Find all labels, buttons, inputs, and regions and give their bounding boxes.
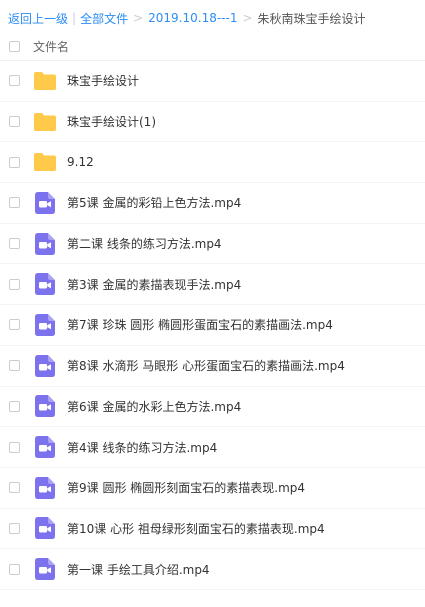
- row-checkbox[interactable]: [9, 116, 20, 128]
- file-list: 珠宝手绘设计 珠宝手绘设计(1) 9.12 第5课 金属的彩铅上色方法.mp4 第二课 …: [0, 61, 425, 590]
- file-row[interactable]: 第10课 心形 祖母绿形刻面宝石的素描表现.mp4: [0, 509, 425, 550]
- folder-icon: [32, 69, 58, 93]
- file-name[interactable]: 第4课 线条的练习方法.mp4: [67, 439, 217, 456]
- video-file-icon: [32, 435, 58, 459]
- row-checkbox[interactable]: [9, 319, 20, 331]
- video-file-icon: [32, 272, 58, 296]
- all-files-link[interactable]: 全部文件: [80, 10, 128, 27]
- file-row[interactable]: 第5课 金属的彩铅上色方法.mp4: [0, 183, 425, 224]
- breadcrumb-separator-icon: >: [242, 11, 253, 25]
- file-name[interactable]: 第10课 心形 祖母绿形刻面宝石的素描表现.mp4: [67, 520, 325, 537]
- file-name[interactable]: 第8课 水滴形 马眼形 心形蛋面宝石的素描画法.mp4: [67, 357, 345, 374]
- breadcrumb-folder-link[interactable]: 2019.10.18---1: [148, 11, 237, 25]
- row-checkbox[interactable]: [9, 197, 20, 209]
- file-name[interactable]: 珠宝手绘设计(1): [67, 113, 156, 130]
- file-name[interactable]: 第5课 金属的彩铅上色方法.mp4: [67, 194, 241, 211]
- back-link[interactable]: 返回上一级: [8, 10, 68, 27]
- select-all-checkbox[interactable]: [9, 40, 20, 52]
- file-row[interactable]: 第9课 圆形 椭圆形刻面宝石的素描表现.mp4: [0, 468, 425, 509]
- row-checkbox[interactable]: [9, 522, 20, 534]
- row-checkbox[interactable]: [9, 156, 20, 168]
- folder-icon: [32, 150, 58, 174]
- file-name[interactable]: 珠宝手绘设计: [67, 72, 139, 89]
- folder-icon: [32, 110, 58, 134]
- file-row[interactable]: 第3课 金属的素描表现手法.mp4: [0, 264, 425, 306]
- file-row[interactable]: 珠宝手绘设计(1): [0, 102, 425, 143]
- file-row[interactable]: 第6课 金属的水彩上色方法.mp4: [0, 387, 425, 428]
- file-name[interactable]: 第6课 金属的水彩上色方法.mp4: [67, 398, 241, 415]
- file-row[interactable]: 第8课 水滴形 马眼形 心形蛋面宝石的素描画法.mp4: [0, 346, 425, 387]
- row-checkbox[interactable]: [9, 441, 20, 453]
- file-row[interactable]: 第7课 珍珠 圆形 椭圆形蛋面宝石的素描画法.mp4: [0, 305, 425, 346]
- file-name[interactable]: 第3课 金属的素描表现手法.mp4: [67, 276, 241, 293]
- row-checkbox[interactable]: [9, 238, 20, 250]
- video-file-icon: [32, 354, 58, 378]
- breadcrumb: 返回上一级 | 全部文件 > 2019.10.18---1 > 朱秋南珠宝手绘设…: [8, 9, 366, 27]
- video-file-icon: [32, 313, 58, 337]
- video-file-icon: [32, 394, 58, 418]
- file-row[interactable]: 9.12: [0, 142, 425, 184]
- file-list-header: 文件名: [0, 32, 425, 61]
- file-row[interactable]: 第一课 手绘工具介绍.mp4: [0, 549, 425, 590]
- breadcrumb-separator-icon: >: [133, 11, 144, 25]
- file-name[interactable]: 9.12: [67, 155, 94, 169]
- file-name[interactable]: 第7课 珍珠 圆形 椭圆形蛋面宝石的素描画法.mp4: [67, 316, 333, 333]
- row-checkbox[interactable]: [9, 75, 20, 87]
- file-row[interactable]: 第二课 线条的练习方法.mp4: [0, 224, 425, 265]
- row-checkbox[interactable]: [9, 482, 20, 494]
- file-row[interactable]: 珠宝手绘设计: [0, 61, 425, 102]
- row-checkbox[interactable]: [9, 278, 20, 290]
- file-name[interactable]: 第二课 线条的练习方法.mp4: [67, 235, 222, 252]
- breadcrumb-divider: |: [72, 11, 77, 25]
- video-file-icon: [32, 191, 58, 215]
- video-file-icon: [32, 516, 58, 540]
- file-name[interactable]: 第一课 手绘工具介绍.mp4: [67, 561, 210, 578]
- row-checkbox[interactable]: [9, 360, 20, 372]
- row-checkbox[interactable]: [9, 563, 20, 575]
- column-header-name[interactable]: 文件名: [33, 38, 69, 55]
- video-file-icon: [32, 557, 58, 581]
- file-row[interactable]: 第4课 线条的练习方法.mp4: [0, 427, 425, 468]
- row-checkbox[interactable]: [9, 400, 20, 412]
- breadcrumb-current: 朱秋南珠宝手绘设计: [257, 11, 366, 26]
- file-name[interactable]: 第9课 圆形 椭圆形刻面宝石的素描表现.mp4: [67, 479, 305, 496]
- video-file-icon: [32, 476, 58, 500]
- video-file-icon: [32, 232, 58, 256]
